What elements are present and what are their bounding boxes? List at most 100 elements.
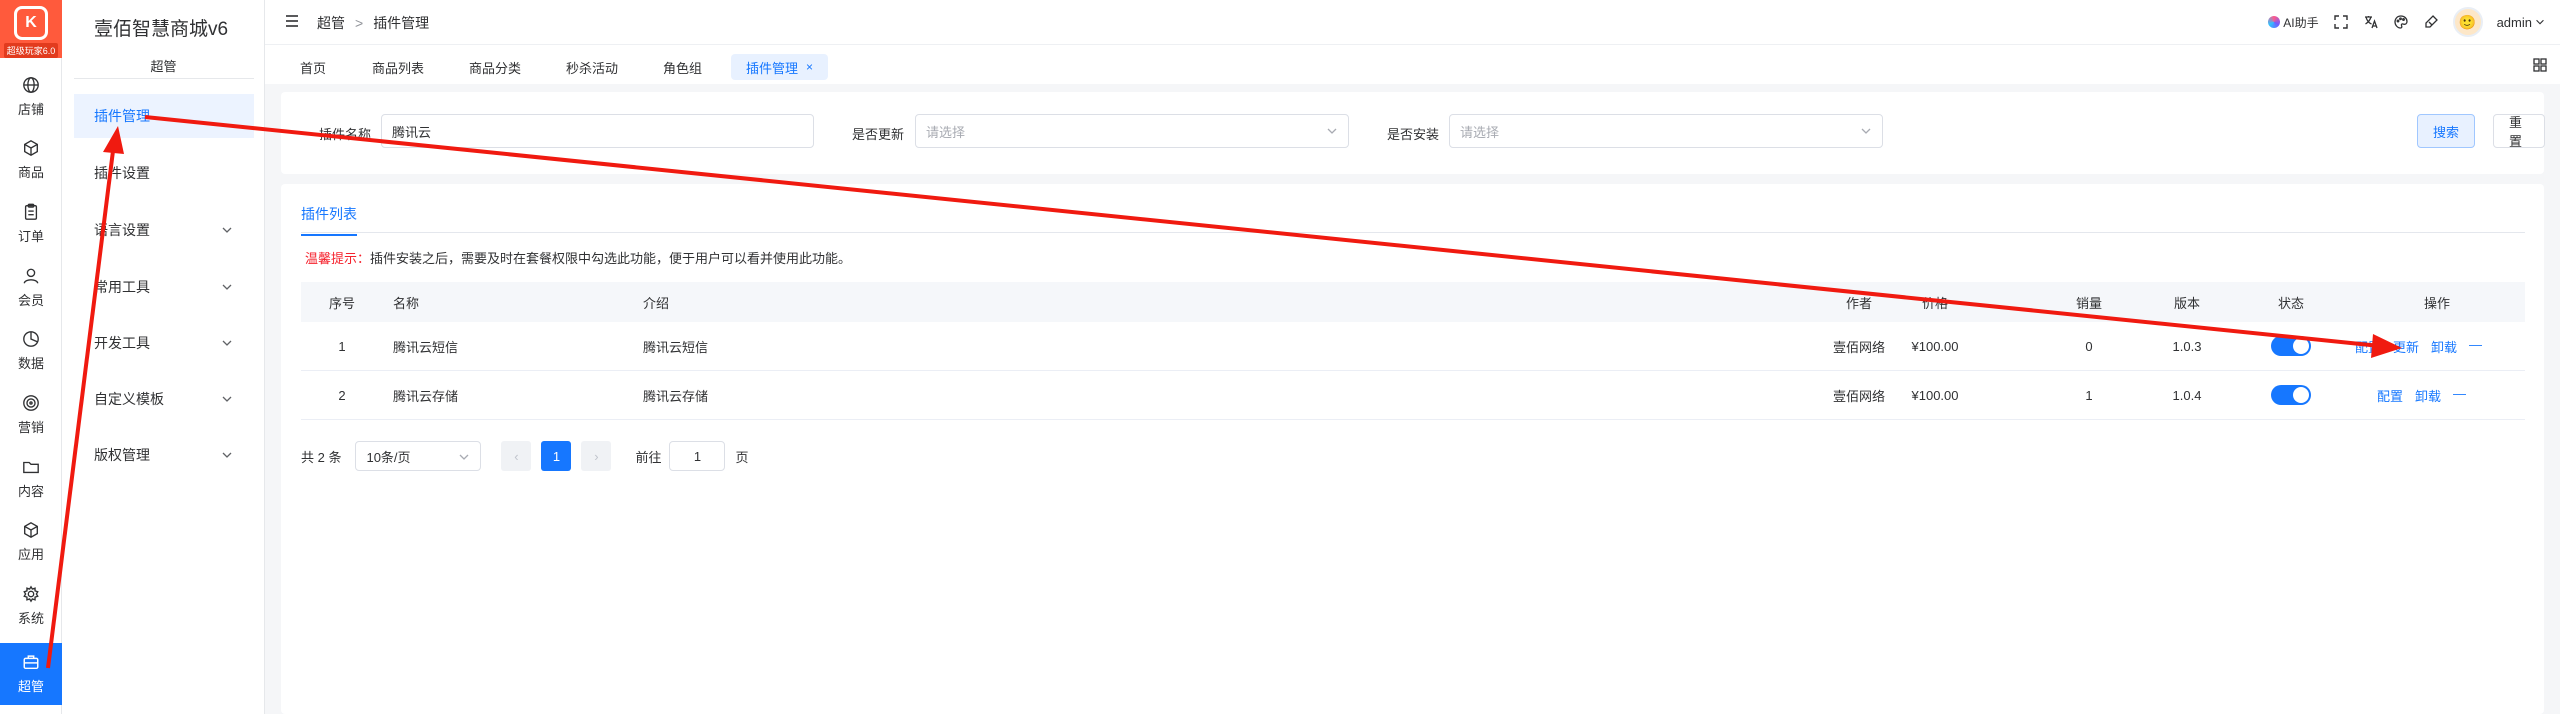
version-badge: 超级玩家6.0	[3, 43, 59, 58]
cell-price: ¥100.00	[1911, 387, 1959, 403]
rail-label: 系统	[17, 611, 44, 626]
menu-item-label: 插件管理	[94, 108, 150, 124]
palette-icon[interactable]	[2393, 14, 2409, 30]
page-number-current[interactable]: 1	[541, 441, 572, 471]
menu-item-common-tools[interactable]: 常用工具	[74, 265, 254, 309]
menu-item-label: 常用工具	[94, 279, 150, 295]
menu-item-custom-templates[interactable]: 自定义模板	[74, 377, 254, 421]
fullscreen-icon[interactable]	[2333, 14, 2349, 30]
breadcrumb: 超管 > 插件管理	[317, 13, 429, 33]
install-select[interactable]: 请选择	[1449, 114, 1883, 148]
chevron-down-icon	[222, 396, 232, 402]
menu-toggle-icon[interactable]	[283, 12, 301, 30]
table-header: 序号 名称 介绍 作者 价格 销量 版本 状态 操作	[301, 282, 2525, 322]
grid-icon[interactable]	[2532, 57, 2548, 73]
user-menu[interactable]: admin	[2497, 15, 2546, 30]
user-icon	[23, 268, 39, 284]
goto-page-input[interactable]: 1	[669, 441, 726, 471]
brand-title: 壹佰智慧商城v6	[94, 19, 229, 40]
install-select-placeholder: 请选择	[1460, 124, 1500, 140]
rail-item-content[interactable]: 内容	[0, 448, 62, 510]
status-switch[interactable]	[2271, 336, 2311, 356]
rail-item-system[interactable]: 系统	[0, 575, 62, 637]
config-link[interactable]: 配置	[2377, 386, 2403, 405]
rail-item-orders[interactable]: 订单	[0, 193, 62, 255]
uninstall-link[interactable]: 卸载	[2415, 386, 2441, 405]
rail-item-apps[interactable]: 应用	[0, 511, 62, 573]
tab-home[interactable]: 首页	[285, 54, 341, 80]
rail-item-data[interactable]: 数据	[0, 320, 62, 382]
rail-item-goods[interactable]: 商品	[0, 129, 62, 191]
rail-label: 超管	[17, 679, 44, 694]
tab-flash-sale[interactable]: 秒杀活动	[551, 54, 633, 80]
menu-item-dev-tools[interactable]: 开发工具	[74, 321, 254, 365]
breadcrumb-separator: >	[355, 15, 364, 31]
globe-icon	[23, 77, 39, 93]
status-cell	[2263, 322, 2319, 370]
clipboard-icon	[24, 203, 38, 220]
next-page-button[interactable]: ›	[581, 441, 612, 471]
update-link[interactable]: 更新	[2393, 337, 2419, 356]
plugin-name-label: 插件名称	[319, 127, 372, 142]
chevron-down-icon	[222, 340, 232, 346]
rail-item-super-admin[interactable]: 超管	[0, 643, 62, 705]
col-index: 序号	[328, 295, 355, 311]
tab-role-group[interactable]: 角色组	[648, 54, 717, 80]
actions-cell: 配置 更新 卸载 —	[2355, 322, 2482, 370]
cell-index: 1	[338, 338, 346, 354]
cell-version: 1.0.4	[2172, 387, 2202, 403]
cell-intro: 腾讯云存储	[643, 388, 709, 404]
divider	[74, 78, 254, 79]
breadcrumb-root[interactable]: 超管	[317, 15, 345, 31]
target-icon	[23, 395, 39, 411]
chevron-down-icon	[2536, 19, 2544, 25]
rail-item-store[interactable]: 店铺	[0, 66, 62, 128]
more-link[interactable]: —	[2453, 386, 2466, 405]
rail-label: 数据	[17, 356, 44, 371]
search-button[interactable]: 搜索	[2417, 114, 2475, 148]
chevron-down-icon	[460, 454, 469, 460]
menu-item-label: 语言设置	[94, 222, 150, 238]
avatar[interactable]: 🙂	[2452, 7, 2483, 37]
page-size-select[interactable]: 10条/页	[355, 441, 482, 471]
menu-item-copyright[interactable]: 版权管理	[74, 433, 254, 477]
menu-item-plugin-settings[interactable]: 插件设置	[74, 151, 254, 195]
more-link[interactable]: —	[2469, 337, 2482, 356]
box-icon	[24, 522, 38, 538]
tab-goods-category[interactable]: 商品分类	[454, 54, 536, 80]
tab-goods-list[interactable]: 商品列表	[357, 54, 439, 80]
tab-label: 秒杀活动	[566, 60, 619, 76]
rail-item-members[interactable]: 会员	[0, 257, 62, 319]
translate-icon[interactable]	[2363, 14, 2379, 30]
pie-chart-icon	[23, 331, 39, 347]
reset-button[interactable]: 重置	[2493, 114, 2545, 149]
menu-item-plugin-management[interactable]: 插件管理	[74, 94, 254, 138]
menu-item-label: 开发工具	[94, 335, 150, 351]
update-select[interactable]: 请选择	[915, 114, 1349, 148]
status-cell	[2263, 371, 2319, 419]
notice-tip: 温馨提示：插件安装之后，需要及时在套餐权限中勾选此功能，便于用户可以看并使用此功…	[305, 248, 851, 267]
cell-name: 腾讯云短信	[393, 339, 459, 355]
app-logo[interactable]: K 超级玩家6.0	[0, 0, 62, 58]
cell-index: 2	[338, 387, 346, 403]
pagination: 共 2 条 10条/页 ‹ 1 › 前往 1 页	[301, 440, 749, 472]
config-link[interactable]: 配置	[2355, 337, 2381, 356]
tab-plugin-management[interactable]: 插件管理 ×	[731, 54, 829, 80]
gear-icon	[23, 585, 39, 603]
uninstall-link[interactable]: 卸载	[2431, 337, 2457, 356]
rail-item-marketing[interactable]: 营销	[0, 384, 62, 446]
logo-mark: K	[14, 6, 48, 40]
username: admin	[2496, 14, 2532, 30]
close-icon[interactable]: ×	[806, 60, 813, 74]
ai-assistant-label: AI助手	[2283, 15, 2319, 30]
menu-item-language-settings[interactable]: 语言设置	[74, 208, 254, 252]
folder-icon	[23, 461, 39, 474]
actions-cell: 配置 卸载 —	[2377, 371, 2466, 419]
prev-page-button[interactable]: ‹	[501, 441, 532, 471]
plugin-name-input[interactable]: 腾讯云	[381, 114, 814, 148]
cell-price: ¥100.00	[1911, 338, 1959, 354]
breadcrumb-current: 插件管理	[373, 15, 430, 31]
status-switch[interactable]	[2271, 385, 2311, 405]
clear-cache-icon[interactable]	[2423, 14, 2439, 30]
ai-assistant-button[interactable]: AI助手	[2268, 14, 2319, 31]
